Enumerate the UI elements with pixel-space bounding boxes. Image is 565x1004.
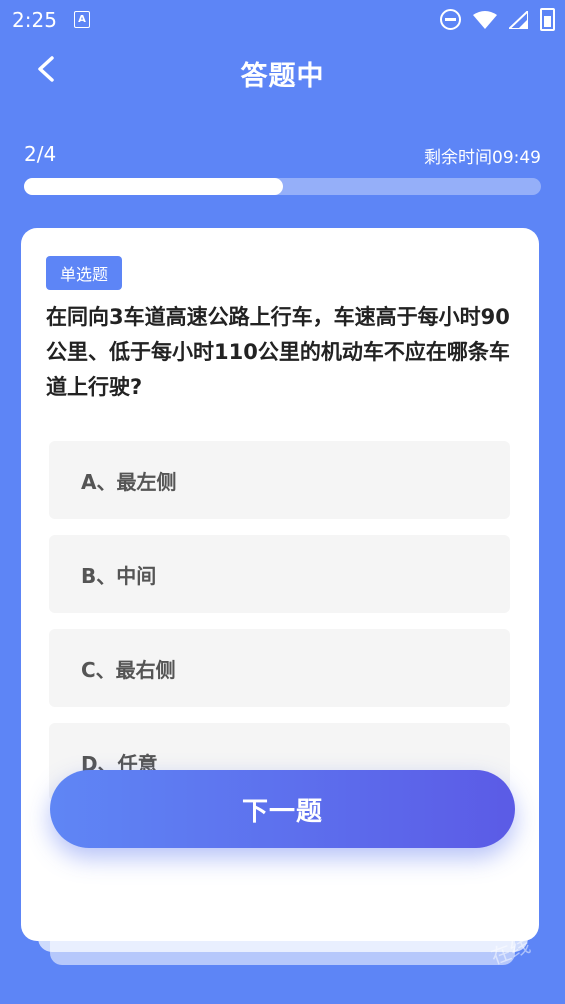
question-text: 在同向3车道高速公路上行车，车速高于每小时90公里、低于每小时110公里的机动车…	[46, 305, 510, 399]
status-bar: 2:25 A	[0, 0, 565, 38]
option-a[interactable]: A、最左侧	[49, 441, 510, 519]
option-label: C、最右侧	[81, 657, 176, 682]
header: 答题中	[0, 44, 565, 100]
signal-icon	[509, 10, 528, 29]
question-progress-label: 2/4	[24, 142, 57, 166]
app-notification-icon: A	[74, 11, 90, 28]
progress-bar-fill	[24, 178, 283, 195]
option-c[interactable]: C、最右侧	[49, 629, 510, 707]
option-b[interactable]: B、中间	[49, 535, 510, 613]
next-question-button[interactable]: 下一题	[50, 770, 515, 848]
do-not-disturb-icon	[440, 9, 461, 30]
status-icons	[440, 8, 555, 31]
question-type-badge: 单选题	[46, 256, 122, 290]
progress-bar	[24, 178, 541, 195]
battery-icon	[540, 8, 555, 31]
option-label: B、中间	[81, 563, 157, 588]
wifi-icon	[473, 10, 497, 29]
status-time: 2:25	[12, 8, 57, 32]
page-title: 答题中	[240, 61, 325, 92]
time-remaining: 剩余时间09:49	[424, 148, 541, 168]
option-label: A、最左侧	[81, 469, 177, 494]
